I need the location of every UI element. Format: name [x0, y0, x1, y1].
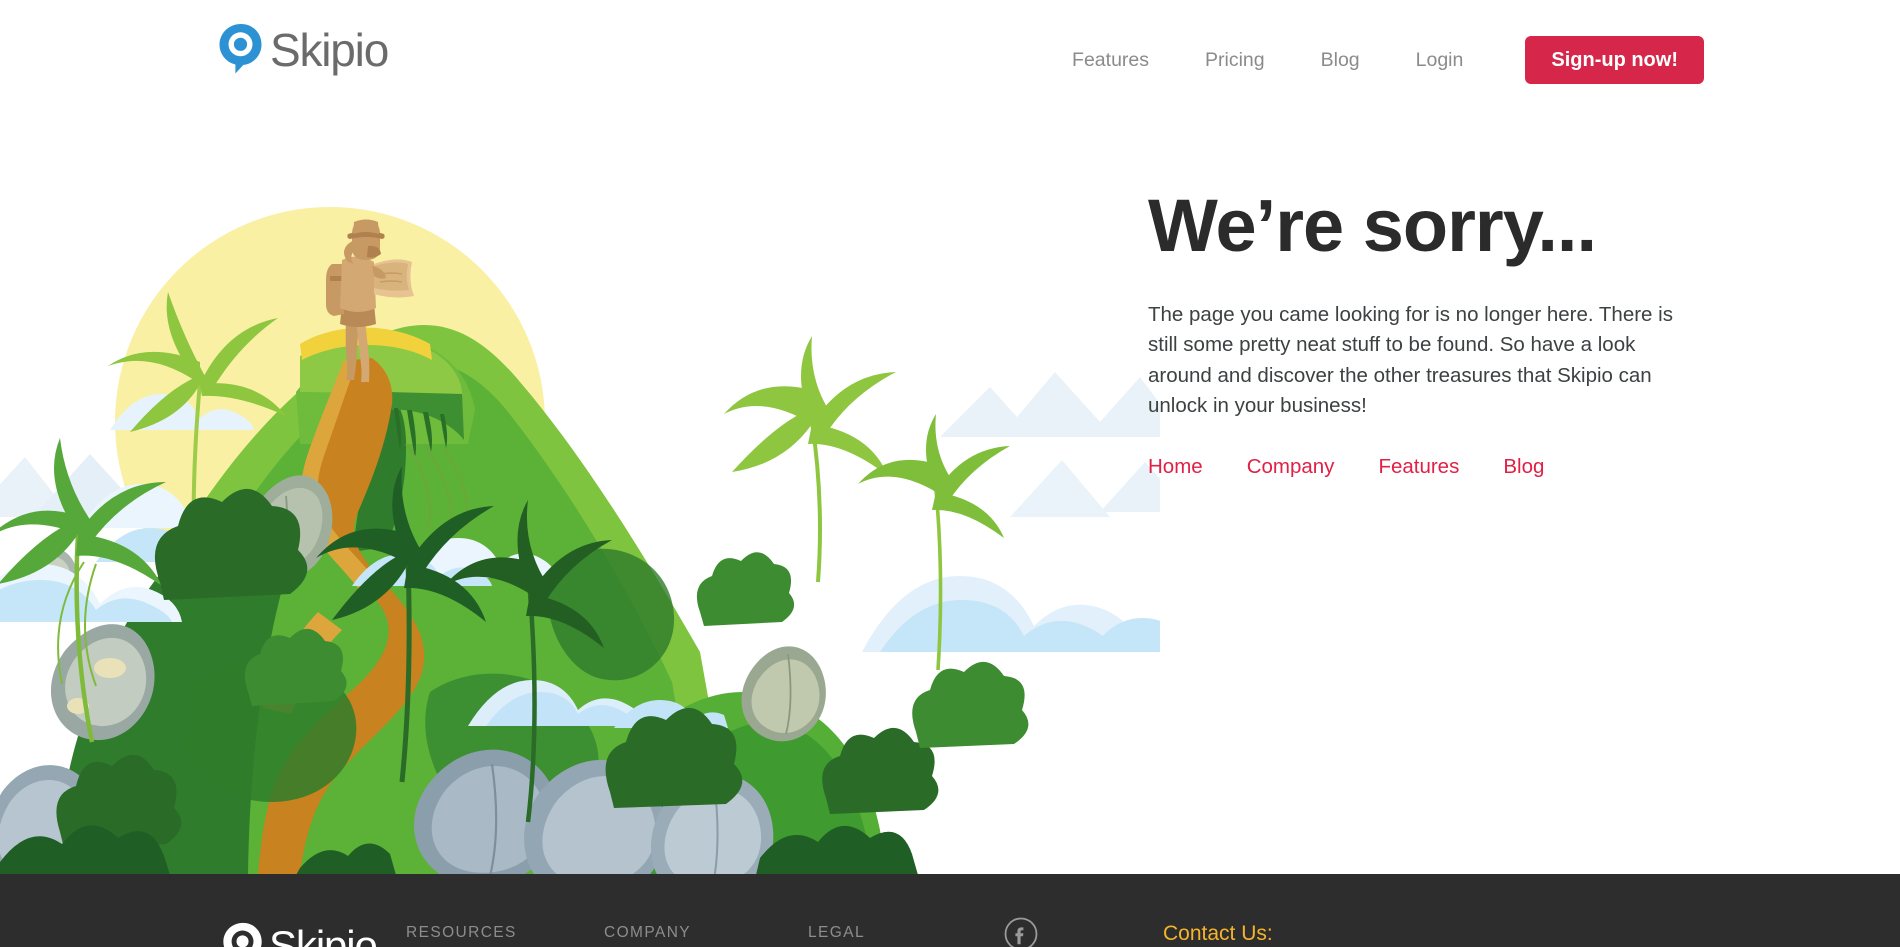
brand-wordmark: Skipio — [270, 24, 389, 76]
page-title: We’re sorry... — [1148, 184, 1597, 267]
quick-link-home[interactable]: Home — [1148, 455, 1203, 479]
footer-col-resources: RESOURCES — [406, 924, 517, 941]
jungle-explorer-illustration — [0, 92, 1160, 875]
primary-nav: Features Pricing Blog Login Sign-up now! — [1044, 36, 1704, 84]
footer-contact-label: Contact Us: — [1163, 922, 1273, 945]
footer-col-company: COMPANY — [604, 924, 692, 941]
skipio-pin-logo-icon — [218, 23, 264, 75]
quick-links: Home Company Features Blog — [1148, 455, 1708, 479]
signup-button[interactable]: Sign-up now! — [1525, 36, 1704, 84]
error-content: We’re sorry... The page you came looking… — [1148, 186, 1708, 479]
brand-logo-link[interactable]: Skipio — [218, 23, 389, 76]
page-root: Skipio Features Pricing Blog Login Sign-… — [0, 0, 1900, 947]
facebook-icon[interactable] — [1004, 917, 1038, 947]
site-footer: Skipio RESOURCES COMPANY LEGAL Contact U… — [0, 874, 1900, 947]
quick-link-blog[interactable]: Blog — [1503, 455, 1544, 479]
quick-link-features[interactable]: Features — [1378, 455, 1459, 479]
footer-col-legal: LEGAL — [808, 924, 865, 941]
footer-brand-wordmark: Skipio — [269, 922, 378, 947]
nav-pricing[interactable]: Pricing — [1177, 41, 1293, 79]
nav-blog[interactable]: Blog — [1293, 41, 1388, 79]
quick-link-company[interactable]: Company — [1247, 455, 1335, 479]
nav-login[interactable]: Login — [1388, 41, 1492, 79]
site-header: Skipio Features Pricing Blog Login Sign-… — [0, 0, 1900, 110]
footer-skipio-pin-logo-icon — [222, 922, 264, 947]
footer-brand-logo-link[interactable]: Skipio — [222, 922, 378, 947]
error-paragraph: The page you came looking for is no long… — [1148, 302, 1673, 417]
nav-features[interactable]: Features — [1044, 41, 1177, 79]
